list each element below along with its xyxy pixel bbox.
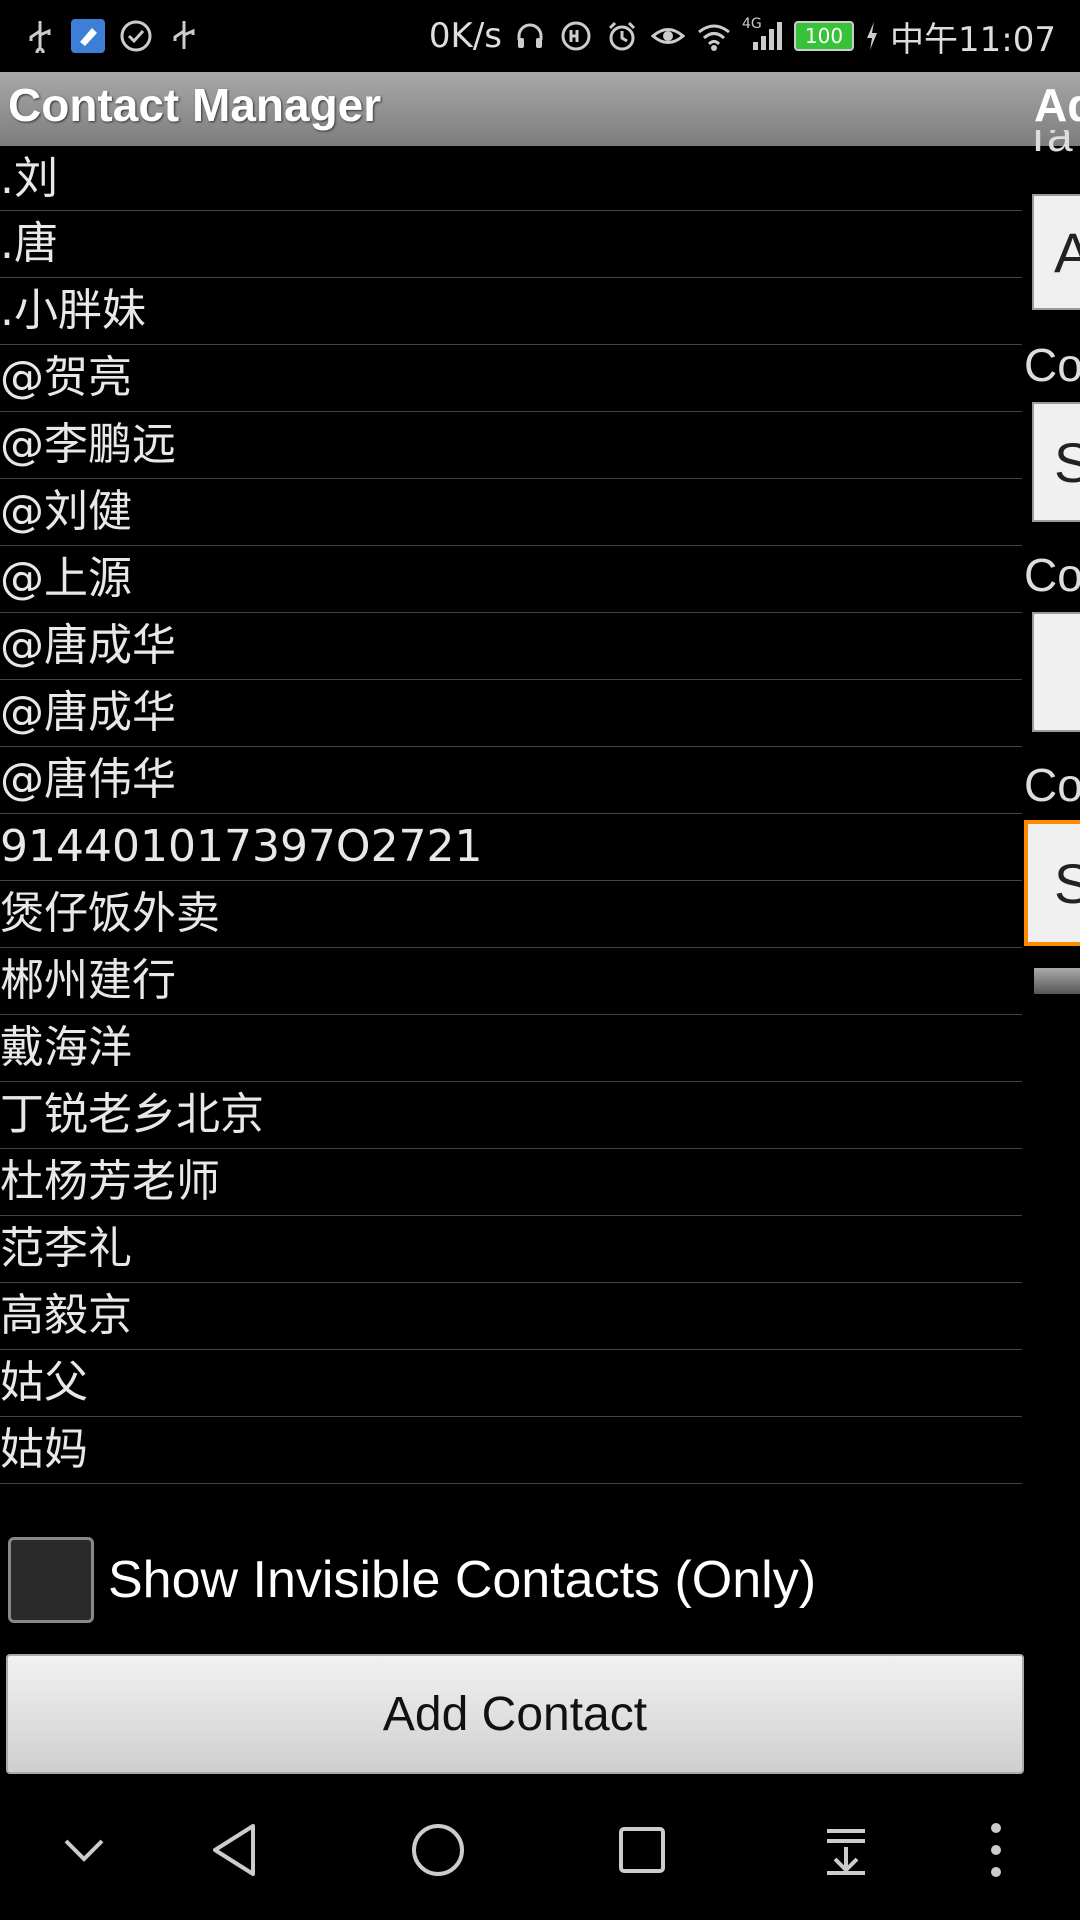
battery-indicator: 100 bbox=[794, 21, 855, 51]
charging-icon bbox=[864, 18, 880, 54]
show-invisible-label: Show Invisible Contacts (Only) bbox=[108, 1551, 817, 1609]
contact-name-label-partial: Co bbox=[1024, 339, 1080, 391]
more-vertical-icon bbox=[991, 1823, 1001, 1877]
contact-list-item[interactable]: @唐成华 bbox=[0, 613, 1022, 680]
contact-list-item[interactable]: 杜杨芳老师 bbox=[0, 1149, 1022, 1216]
home-button[interactable] bbox=[398, 1810, 478, 1890]
notification-pull-button[interactable] bbox=[806, 1810, 886, 1890]
account-spinner-partial[interactable]: A bbox=[1032, 194, 1080, 310]
check-circle-icon bbox=[118, 18, 154, 54]
contact-list-item[interactable]: .小胖妹 bbox=[0, 278, 1022, 345]
add-contact-title-partial: Ad bbox=[1034, 79, 1080, 131]
headset-icon bbox=[512, 18, 548, 54]
contact-list-item[interactable]: 煲仔饭外卖 bbox=[0, 881, 1022, 948]
pull-down-icon bbox=[827, 1829, 865, 1875]
contact-list-item[interactable]: 戴海洋 bbox=[0, 1015, 1022, 1082]
contact-list-item[interactable]: 914401017397O2721 bbox=[0, 814, 1022, 881]
usb-icon-2 bbox=[166, 18, 202, 54]
contact-name-value: S bbox=[1054, 430, 1080, 495]
hide-nav-button[interactable] bbox=[44, 1810, 124, 1890]
screen: 0K/s 4G 100 中午11:07 Contact Manager A .刘… bbox=[0, 0, 1080, 1920]
contact-name-field-partial[interactable]: S bbox=[1032, 402, 1080, 522]
contact-list-item[interactable]: @刘健 bbox=[0, 479, 1022, 546]
contact-list-item[interactable]: 范李礼 bbox=[0, 1216, 1022, 1283]
contact-list-item[interactable]: @李鹏远 bbox=[0, 412, 1022, 479]
contact-list-item[interactable]: .刘 bbox=[0, 146, 1022, 211]
show-invisible-checkbox[interactable] bbox=[8, 1537, 94, 1623]
wifi-icon bbox=[696, 18, 732, 54]
recents-button[interactable] bbox=[602, 1810, 682, 1890]
target-account-label-partial: Ta bbox=[1024, 130, 1073, 160]
app-title: Contact Manager bbox=[8, 79, 382, 131]
status-left-icons bbox=[0, 18, 202, 54]
show-invisible-row[interactable]: Show Invisible Contacts (Only) bbox=[8, 1534, 816, 1626]
contact-list-item[interactable]: @贺亮 bbox=[0, 345, 1022, 412]
alarm-icon bbox=[604, 18, 640, 54]
contact-list-item[interactable]: @唐伟华 bbox=[0, 747, 1022, 814]
contact-list-item[interactable]: 姑父 bbox=[0, 1350, 1022, 1417]
back-triangle-icon bbox=[213, 1824, 255, 1876]
signal-icon: 4G bbox=[742, 16, 784, 54]
contact-phone-label-partial: Co bbox=[1024, 549, 1080, 601]
usb-icon bbox=[22, 18, 58, 54]
contact-list-item[interactable]: 姑妈 bbox=[0, 1417, 1022, 1484]
account-spinner-value: A bbox=[1054, 220, 1080, 285]
back-button[interactable] bbox=[194, 1810, 274, 1890]
contact-email-label-partial: Co bbox=[1024, 759, 1080, 811]
contact-list-item[interactable]: @上源 bbox=[0, 546, 1022, 613]
eye-icon bbox=[650, 18, 686, 54]
net-speed: 0K/s bbox=[428, 16, 503, 56]
network-type: 4G bbox=[742, 16, 762, 32]
status-bar: 0K/s 4G 100 中午11:07 bbox=[0, 0, 1080, 72]
recents-square-icon bbox=[619, 1827, 665, 1873]
contact-list-item[interactable]: 高毅京 bbox=[0, 1283, 1022, 1350]
contact-phone-field-partial[interactable] bbox=[1032, 612, 1080, 732]
hd-icon bbox=[558, 18, 594, 54]
more-button[interactable] bbox=[956, 1810, 1036, 1890]
contact-list-item[interactable]: 郴州建行 bbox=[0, 948, 1022, 1015]
contact-list-item[interactable]: @唐成华 bbox=[0, 680, 1022, 747]
add-contact-button[interactable]: Add Contact bbox=[6, 1654, 1024, 1774]
title-bar: Contact Manager Ad bbox=[0, 72, 1080, 146]
status-right: 0K/s 4G 100 中午11:07 bbox=[429, 0, 1056, 72]
navigation-bar bbox=[0, 1780, 1080, 1920]
home-circle-icon bbox=[412, 1824, 464, 1876]
contact-email-value: S bbox=[1054, 851, 1080, 916]
contact-list[interactable]: .刘 .唐 .小胖妹 @贺亮 @李鹏远 @刘健 @上源 @唐成华 @唐成华 @唐伟华 9144010… bbox=[0, 146, 1022, 1486]
contact-email-field-partial[interactable]: S bbox=[1024, 820, 1080, 946]
clock: 中午11:07 bbox=[890, 19, 1056, 60]
chevron-down-icon bbox=[64, 1839, 104, 1862]
app-icon bbox=[70, 18, 106, 54]
contact-list-item[interactable]: .唐 bbox=[0, 211, 1022, 278]
save-button-partial[interactable] bbox=[1034, 968, 1080, 994]
contact-list-item[interactable]: 丁锐老乡北京 bbox=[0, 1082, 1022, 1149]
